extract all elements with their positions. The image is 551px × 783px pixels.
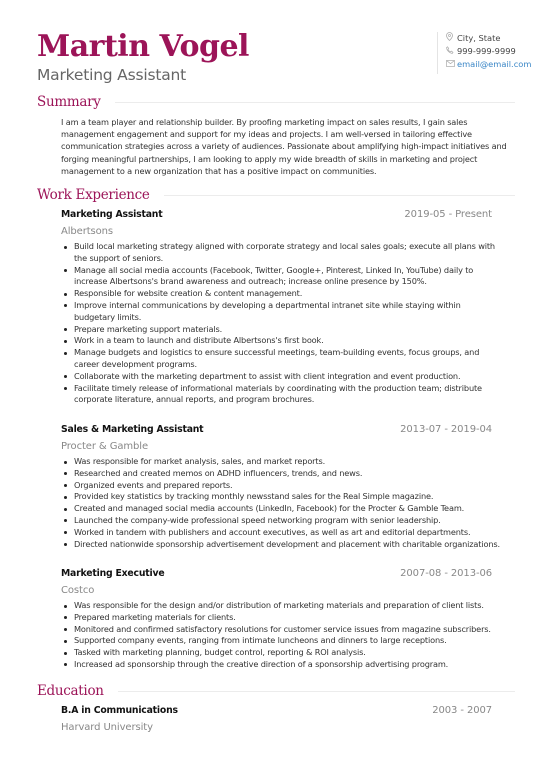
job-dates: 2013-07 - 2019-04 [400, 424, 492, 435]
location-text: City, State [457, 33, 501, 43]
job-bullet: Organized events and prepared reports. [61, 480, 501, 492]
job-company: Procter & Gamble [61, 441, 148, 452]
job-bullet: Supported company events, ranging from i… [61, 635, 501, 647]
job-title: Marketing Assistant [61, 209, 163, 220]
section-divider [117, 690, 515, 692]
work-section-header: Work Experience [37, 187, 515, 203]
phone-icon [446, 45, 457, 58]
job-entry: Sales & Marketing Assistant 2013-07 - 20… [61, 424, 500, 550]
job-bullet: Tasked with marketing planning, budget c… [61, 647, 501, 659]
job-bullet: Monitored and confirmed satisfactory res… [61, 624, 501, 636]
candidate-name: Martin Vogel [37, 29, 249, 64]
job-bullet: Provided key statistics by tracking mont… [61, 491, 501, 503]
job-dates: 2019-05 - Present [404, 209, 492, 220]
job-dates: 2007-08 - 2013-06 [400, 568, 492, 579]
job-company: Costco [61, 585, 95, 596]
summary-heading: Summary [37, 94, 101, 110]
work-experience-heading: Work Experience [37, 187, 150, 203]
job-bullet: Worked in tandem with publishers and acc… [61, 527, 501, 539]
location-pin-icon [446, 32, 457, 45]
job-title: Marketing Executive [61, 568, 165, 579]
job-bullets: Was responsible for market analysis, sal… [61, 456, 501, 550]
education-entry: B.A in Communications 2003 - 2007 Harvar… [61, 705, 492, 733]
section-divider [114, 101, 515, 103]
summary-text: I am a team player and relationship buil… [61, 117, 507, 176]
job-bullets: Build local marketing strategy aligned w… [61, 241, 501, 406]
job-entry: Marketing Assistant 2019-05 - Present Al… [61, 209, 495, 406]
email-link[interactable]: email@email.com [457, 58, 531, 71]
job-bullet: Launched the company-wide professional s… [61, 515, 501, 527]
job-bullet: Improve internal communications by devel… [61, 300, 501, 324]
candidate-title: Marketing Assistant [37, 66, 186, 84]
contact-location: City, State [446, 32, 531, 45]
job-bullet: Facilitate timely release of information… [61, 383, 501, 407]
job-entry: Marketing Executive 2007-08 - 2013-06 Co… [61, 568, 492, 671]
job-bullet: Researched and created memos on ADHD inf… [61, 468, 501, 480]
school-name: Harvard University [61, 722, 153, 733]
job-bullet: Manage budgets and logistics to ensure s… [61, 347, 501, 371]
job-company: Albertsons [61, 226, 114, 237]
degree-title: B.A in Communications [61, 705, 178, 716]
job-title: Sales & Marketing Assistant [61, 424, 204, 435]
job-bullet: Was responsible for market analysis, sal… [61, 456, 501, 468]
job-bullet: Manage all social media accounts (Facebo… [61, 265, 501, 289]
contact-email[interactable]: email@email.com [446, 58, 531, 71]
job-bullet: Responsible for website creation & conte… [61, 288, 501, 300]
job-bullet: Work in a team to launch and distribute … [61, 335, 501, 347]
job-bullet: Was responsible for the design and/or di… [61, 600, 501, 612]
summary-section-header: Summary [37, 94, 515, 110]
job-bullet: Prepared marketing materials for clients… [61, 612, 501, 624]
job-bullet: Created and managed social media account… [61, 503, 501, 515]
envelope-icon [446, 58, 457, 71]
job-bullet: Increased ad sponsorship through the cre… [61, 659, 501, 671]
education-dates: 2003 - 2007 [432, 705, 492, 716]
job-bullet: Build local marketing strategy aligned w… [61, 241, 501, 265]
job-bullet: Collaborate with the marketing departmen… [61, 371, 501, 383]
contact-info: City, State 999-999-9999 email@email.com [437, 32, 531, 74]
section-divider [163, 194, 515, 196]
education-heading: Education [37, 683, 104, 699]
resume-header: Martin Vogel Marketing Assistant [37, 29, 249, 85]
education-section-header: Education [37, 683, 515, 699]
job-bullet: Directed nationwide sponsorship advertis… [61, 539, 501, 551]
contact-phone: 999-999-9999 [446, 45, 531, 58]
job-bullets: Was responsible for the design and/or di… [61, 600, 501, 671]
phone-text: 999-999-9999 [457, 46, 516, 56]
job-bullet: Prepare marketing support materials. [61, 324, 501, 336]
